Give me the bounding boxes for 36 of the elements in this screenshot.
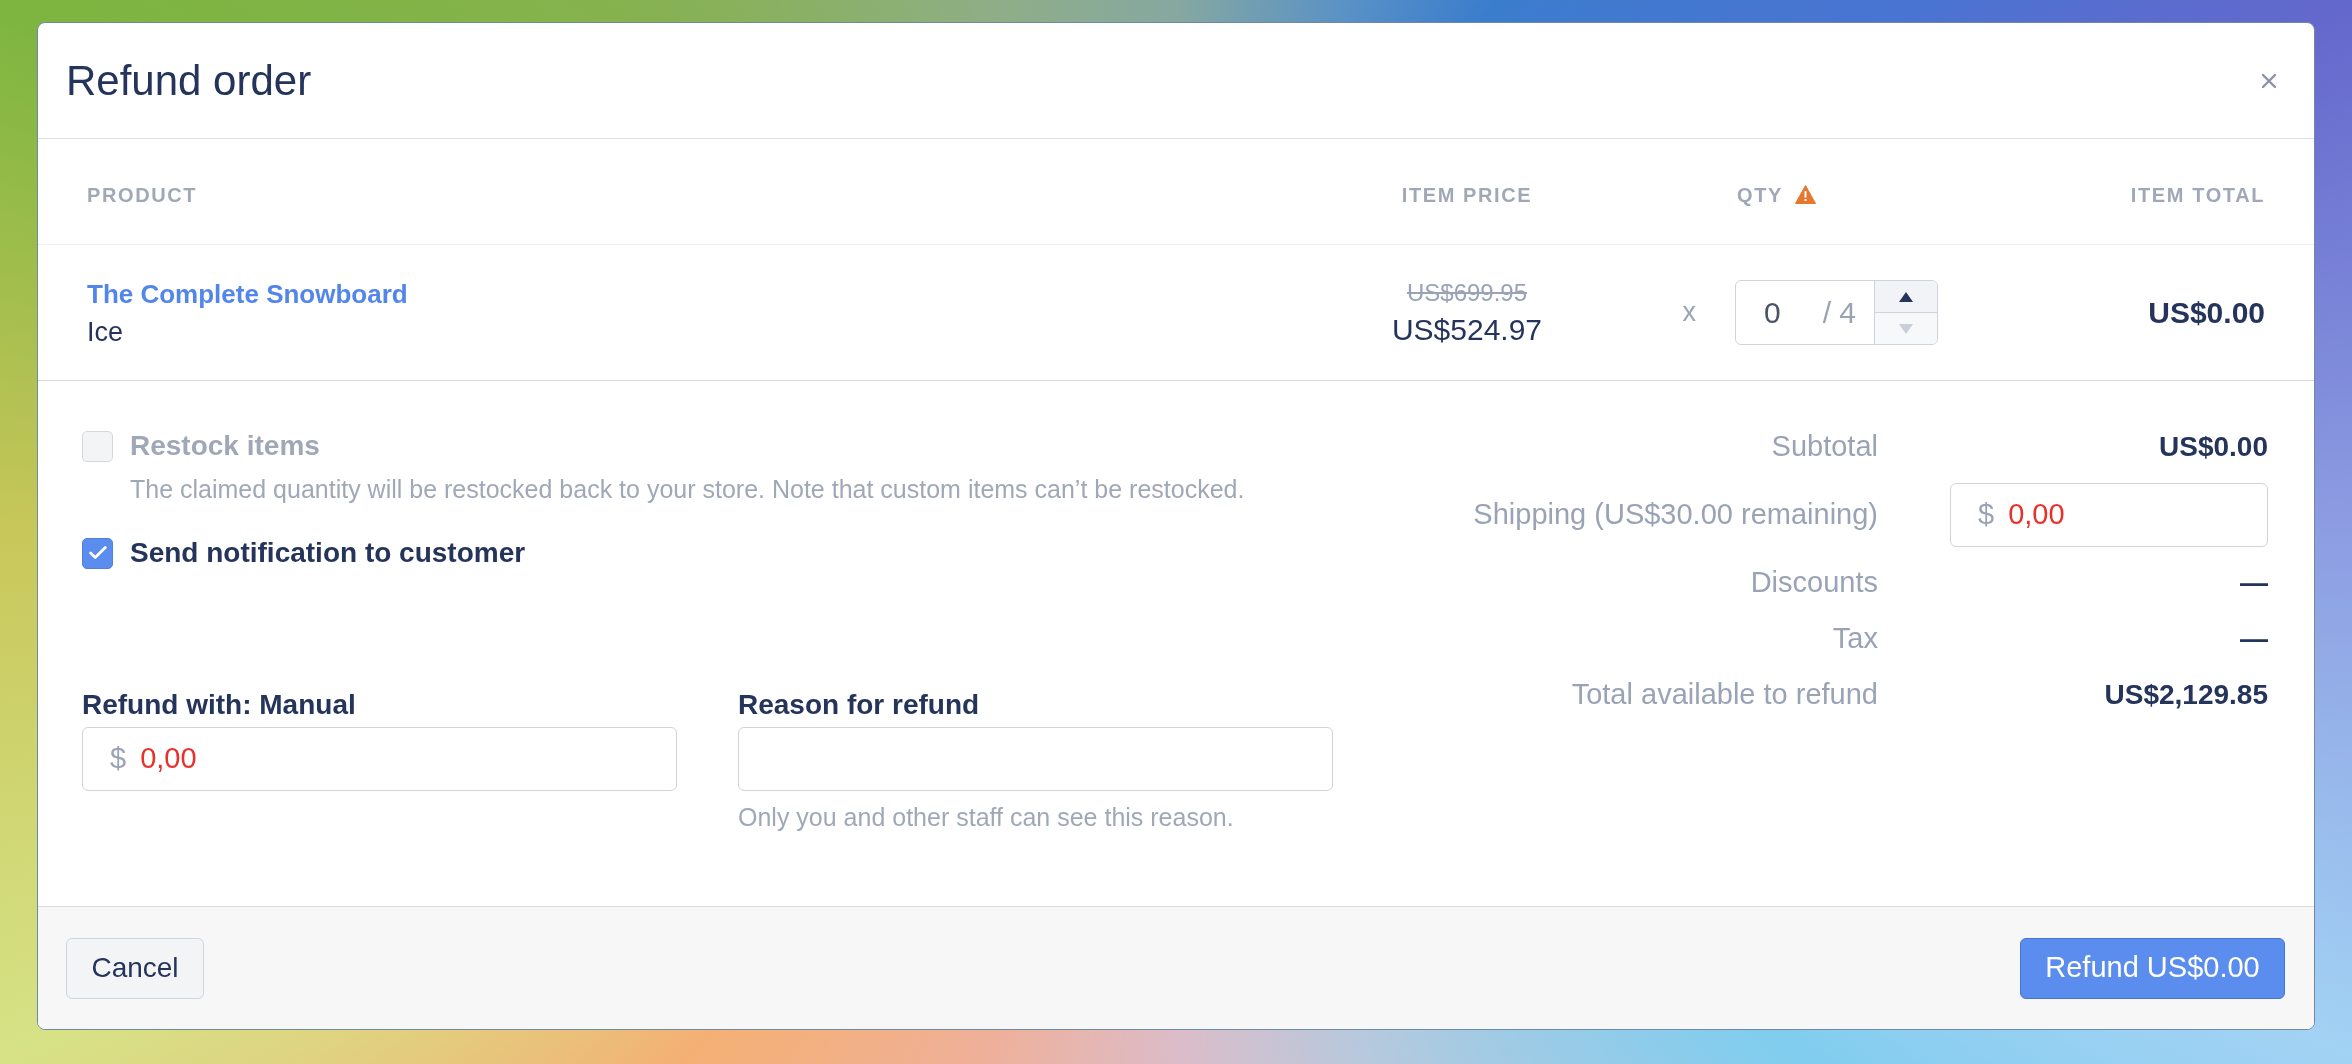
- original-price: US$699.95: [1406, 278, 1528, 307]
- option-description: The claimed quantity will be restocked back to your store. Note that custom items can’t be restocked.: [130, 474, 1245, 504]
- checkbox-label: Restock items: [130, 429, 320, 463]
- summary-label: Discounts: [1750, 565, 1878, 601]
- quantity-field[interactable]: 0 / 4: [1736, 281, 1874, 344]
- variant-label: Ice: [87, 315, 124, 348]
- column-header: PRODUCT: [87, 182, 198, 208]
- multiply-sign: x: [1682, 296, 1696, 330]
- summary-label: Tax: [1832, 621, 1878, 657]
- reason-field[interactable]: [738, 727, 1333, 791]
- checkbox[interactable]: [82, 537, 113, 569]
- summary-value: US$0.00: [2159, 430, 2268, 464]
- caret-down-icon: [1899, 323, 1913, 334]
- summary-label: Shipping (US$30.00 remaining): [1473, 497, 1878, 533]
- discounted-price: US$524.97: [1391, 312, 1543, 347]
- summary-value: —: [2240, 622, 2268, 656]
- cancel-button[interactable]: Cancel: [66, 937, 204, 999]
- refund-button[interactable]: Refund US$0.00: [2020, 937, 2285, 999]
- field-label: Refund with: Manual: [82, 689, 356, 721]
- field-label: Reason for refund: [738, 689, 980, 721]
- increase-button[interactable]: [1875, 281, 1937, 313]
- item-total: US$0.00: [2148, 295, 2265, 331]
- checkbox-label: Send notification to customer: [130, 536, 526, 570]
- column-header: ITEM TOTAL: [2130, 182, 2265, 208]
- column-header: ITEM PRICE: [1401, 182, 1533, 208]
- caret-up-icon: [1899, 291, 1913, 302]
- product-link[interactable]: The Complete Snowboard: [87, 277, 408, 310]
- summary-value: US$2,129.85: [2104, 678, 2268, 712]
- summary-label: Subtotal: [1771, 429, 1878, 465]
- summary-label: Total available to refund: [1571, 677, 1878, 713]
- summary-value: —: [2240, 566, 2268, 600]
- amount-field[interactable]: $ 0,00: [82, 727, 677, 791]
- help-text: Only you and other staff can see this reason.: [738, 802, 1234, 832]
- amount-field[interactable]: $ 0,00: [1950, 483, 2268, 547]
- dialog-title: Refund order: [66, 56, 312, 105]
- column-header: QTY: [1737, 182, 1783, 208]
